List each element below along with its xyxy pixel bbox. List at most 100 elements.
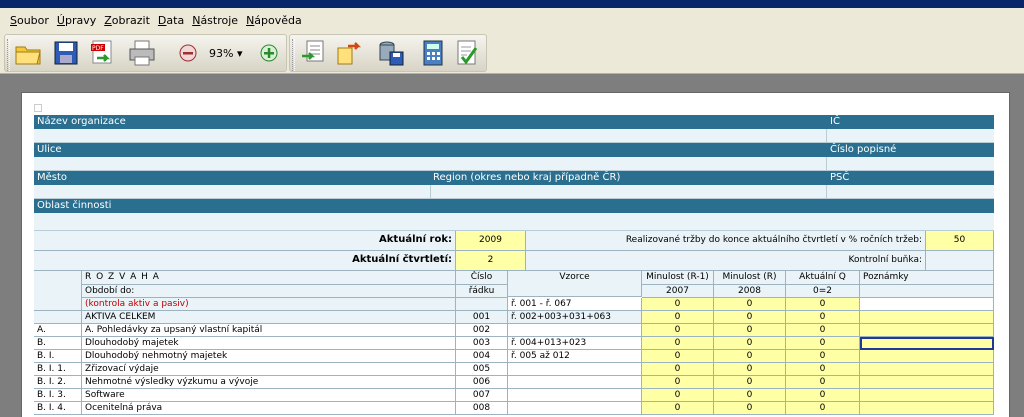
cell-v3[interactable]: 0 (786, 298, 860, 311)
cell-name: Ocenitelná práva (82, 402, 456, 415)
zoom-out-icon[interactable] (173, 38, 203, 68)
cell-name: A. Pohledávky za upsaný vlastní kapitál (82, 324, 456, 337)
cell-num: 004 (456, 350, 508, 363)
cell-note[interactable] (860, 311, 994, 324)
cell-v1[interactable]: 0 (642, 402, 714, 415)
cell-name: Dlouhodobý majetek (82, 337, 456, 350)
pdf-export-icon[interactable]: PDF (87, 38, 117, 68)
svg-text:PDF: PDF (92, 45, 104, 52)
cell-v3[interactable]: 0 (786, 376, 860, 389)
cell-v2[interactable]: 0 (714, 376, 786, 389)
cell-note[interactable] (860, 363, 994, 376)
calculator-icon[interactable] (418, 38, 448, 68)
cell-name: AKTIVA CELKEM (82, 311, 456, 324)
cell-formula (508, 376, 642, 389)
print-icon[interactable] (127, 38, 157, 68)
database-save-icon[interactable] (376, 38, 406, 68)
menu-item-zobrazit[interactable]: Zobrazit (104, 14, 150, 27)
sales-percent-input[interactable]: 50 (926, 231, 994, 251)
cell-note[interactable] (860, 298, 994, 311)
table-row: B. I. 2. Nehmotné výsledky výzkumu a vývo… (34, 376, 994, 389)
cell-v3[interactable]: 0 (786, 311, 860, 324)
cell-code (34, 298, 82, 311)
open-folder-icon[interactable] (13, 38, 43, 68)
menu-item-soubor[interactable]: Soubor (10, 14, 49, 27)
menu-item-úpravy[interactable]: Úpravy (57, 14, 96, 27)
cell-v1[interactable]: 0 (642, 324, 714, 337)
cell-v3[interactable]: 0 (786, 324, 860, 337)
cell-code: B. I. 3. (34, 389, 82, 402)
cell-name: Nehmotné výsledky výzkumu a vývoje (82, 376, 456, 389)
checklist-icon[interactable] (452, 38, 482, 68)
cell-v1[interactable]: 0 (642, 337, 714, 350)
cell-v2[interactable]: 0 (714, 324, 786, 337)
cell-code: B. (34, 337, 82, 350)
cell-v1[interactable]: 0 (642, 298, 714, 311)
menu-item-nástroje[interactable]: Nástroje (192, 14, 238, 27)
cell-formula (508, 402, 642, 415)
cell-note[interactable] (860, 337, 994, 350)
cell-num: 007 (456, 389, 508, 402)
cell-note[interactable] (860, 376, 994, 389)
cell-v1[interactable]: 0 (642, 376, 714, 389)
save-icon[interactable] (51, 38, 81, 68)
table-row: B. I. Dlouhodobý nehmotný majetek 004 ř. 00… (34, 350, 994, 363)
cell-v1[interactable]: 0 (642, 389, 714, 402)
current-quarter-input[interactable]: 2 (456, 251, 526, 271)
activity-input-row[interactable] (34, 213, 994, 231)
table-row: B. I. 4. Ocenitelná práva 008 0 0 0 (34, 402, 994, 415)
cell-v2[interactable]: 0 (714, 402, 786, 415)
menu-item-nápověda[interactable]: Nápověda (246, 14, 302, 27)
cell-v2[interactable]: 0 (714, 350, 786, 363)
zoom-in-icon[interactable] (254, 38, 284, 68)
cell-code (34, 311, 82, 324)
cell-formula: ř. 004+013+023 (508, 337, 642, 350)
cell-formula (508, 324, 642, 337)
cell-num: 001 (456, 311, 508, 324)
current-year-input[interactable]: 2009 (456, 231, 526, 251)
cell-v2[interactable]: 0 (714, 337, 786, 350)
table-row: B. Dlouhodobý majetek 003 ř. 004+013+023 0 0 0 (34, 337, 994, 350)
cell-v2[interactable]: 0 (714, 363, 786, 376)
cell-v3[interactable]: 0 (786, 402, 860, 415)
cell-note[interactable] (860, 402, 994, 415)
cell-code: B. I. 4. (34, 402, 82, 415)
street-header: Ulice Číslo popisné (34, 143, 994, 157)
cell-note[interactable] (860, 324, 994, 337)
table-row: B. I. 1. Zřizovací výdaje 005 0 0 0 (34, 363, 994, 376)
zoom-level[interactable]: 93% ▾ (209, 47, 242, 60)
export-icon[interactable] (334, 38, 364, 68)
window-title-bar (0, 0, 1024, 8)
org-name-header: Název organizace IČ (34, 115, 994, 129)
cell-v1[interactable]: 0 (642, 363, 714, 376)
cell-num: 006 (456, 376, 508, 389)
cell-v3[interactable]: 0 (786, 350, 860, 363)
cell-note[interactable] (860, 389, 994, 402)
cell-formula: ř. 002+003+031+063 (508, 311, 642, 324)
cell-code: B. I. 2. (34, 376, 82, 389)
cell-name: (kontrola aktiv a pasiv) (82, 298, 456, 311)
menu-bar: Soubor Úpravy Zobrazit Data Nástroje Nápověda (0, 8, 1024, 32)
cell-v2[interactable]: 0 (714, 311, 786, 324)
cell-v1[interactable]: 0 (642, 350, 714, 363)
cell-note[interactable] (860, 350, 994, 363)
import-icon[interactable] (298, 38, 328, 68)
cell-num: 003 (456, 337, 508, 350)
cell-v3[interactable]: 0 (786, 337, 860, 350)
table-row: A. A. Pohledávky za upsaný vlastní kapitá… (34, 324, 994, 337)
org-name-input-row[interactable] (34, 129, 994, 143)
menu-item-data[interactable]: Data (158, 14, 184, 27)
cell-name: Software (82, 389, 456, 402)
cell-num: 005 (456, 363, 508, 376)
cell-code: B. I. (34, 350, 82, 363)
spreadsheet-page: Název organizace IČ Ulice Číslo popisné … (21, 92, 1010, 417)
cell-v2[interactable]: 0 (714, 298, 786, 311)
cell-v2[interactable]: 0 (714, 389, 786, 402)
cell-v1[interactable]: 0 (642, 311, 714, 324)
cell-v3[interactable]: 0 (786, 363, 860, 376)
cell-num: 008 (456, 402, 508, 415)
city-input-row[interactable] (34, 185, 994, 199)
check-cell (926, 251, 994, 271)
street-input-row[interactable] (34, 157, 994, 171)
cell-v3[interactable]: 0 (786, 389, 860, 402)
